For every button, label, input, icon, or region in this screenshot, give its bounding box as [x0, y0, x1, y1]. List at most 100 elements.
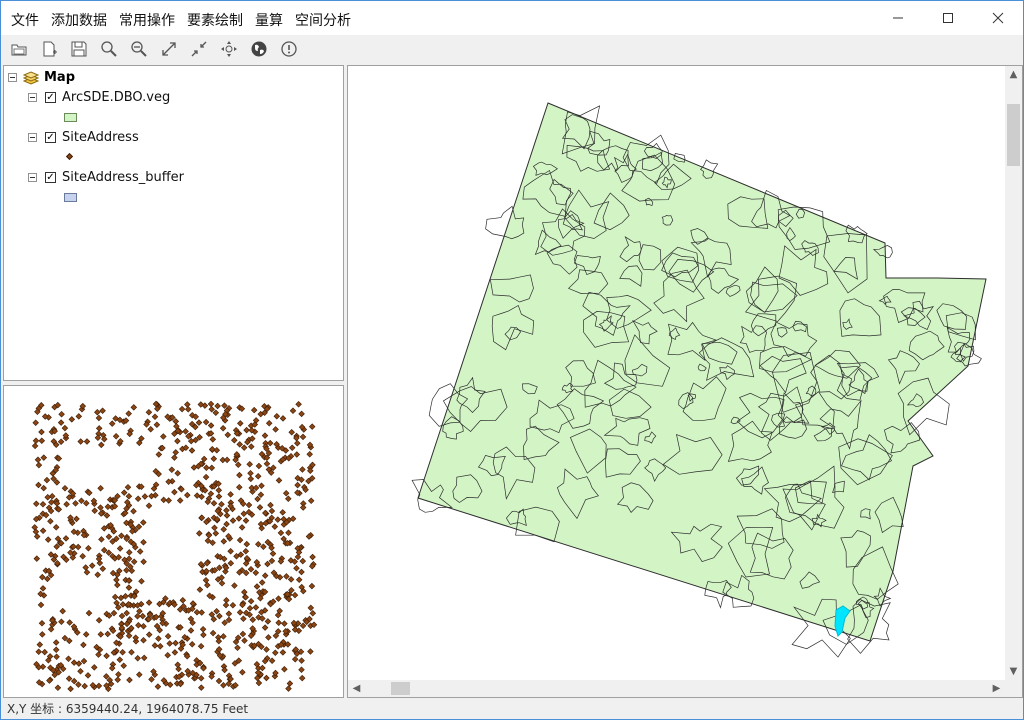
vegetation-map — [411, 102, 987, 658]
site-address-point — [62, 535, 70, 542]
site-address-point — [271, 523, 279, 530]
layer-visibility-checkbox[interactable]: ✓ — [45, 132, 56, 143]
site-address-point — [145, 502, 153, 509]
site-address-point — [235, 461, 242, 468]
site-address-point — [79, 553, 86, 560]
site-address-point — [240, 510, 248, 518]
full-extent-button[interactable] — [157, 37, 181, 61]
menu-measure[interactable]: 量算 — [249, 8, 289, 32]
site-address-point — [195, 419, 203, 426]
site-address-point — [145, 631, 153, 638]
layer-row-buffer[interactable]: ✓ SiteAddress_buffer — [28, 170, 184, 185]
site-address-point — [213, 607, 220, 615]
zoom-in-button[interactable] — [97, 37, 121, 61]
site-address-point — [208, 464, 216, 472]
vertical-scroll-thumb[interactable] — [1007, 104, 1020, 166]
site-address-point — [298, 666, 305, 673]
zoom-out-button[interactable] — [127, 37, 151, 61]
collapse-icon[interactable] — [28, 173, 37, 182]
collapse-icon[interactable] — [8, 73, 17, 82]
site-address-point — [246, 605, 254, 612]
site-address-point — [220, 526, 227, 533]
site-address-point — [237, 420, 244, 427]
layer-row-siteaddress[interactable]: ✓ SiteAddress — [28, 130, 139, 145]
site-address-point — [291, 591, 299, 599]
site-address-point — [61, 424, 69, 432]
site-address-point — [48, 498, 55, 506]
site-address-point — [33, 555, 41, 562]
map-view[interactable]: ▲ ▼ ◀ ▶ — [347, 65, 1023, 698]
pan-icon — [221, 41, 237, 57]
menu-common-operations[interactable]: 常用操作 — [113, 8, 181, 32]
site-address-point — [260, 543, 267, 550]
overview-map[interactable] — [3, 385, 344, 698]
site-address-point — [188, 447, 196, 454]
site-address-point — [99, 565, 107, 572]
site-address-point — [104, 630, 111, 638]
site-address-point — [174, 661, 181, 668]
site-address-point — [35, 648, 42, 655]
site-address-point — [212, 530, 220, 537]
site-address-point — [275, 595, 282, 602]
site-address-point — [265, 420, 273, 427]
site-address-point — [83, 500, 90, 507]
site-address-point — [172, 418, 180, 425]
site-address-point — [103, 652, 110, 660]
site-address-point — [140, 636, 147, 644]
site-address-point — [285, 529, 292, 537]
site-address-point — [70, 677, 78, 685]
scroll-up-icon[interactable]: ▲ — [1005, 66, 1022, 83]
globe-button[interactable] — [247, 37, 271, 61]
site-address-point — [293, 565, 300, 572]
menu-feature-drawing[interactable]: 要素绘制 — [181, 8, 249, 32]
menu-spatial-analysis[interactable]: 空间分析 — [289, 8, 357, 32]
site-address-point — [174, 470, 181, 477]
menu-file[interactable]: 文件 — [5, 8, 45, 32]
site-address-point — [135, 622, 142, 629]
site-address-point — [184, 491, 191, 499]
horizontal-scrollbar[interactable]: ◀ ▶ — [348, 680, 1005, 697]
site-address-point — [118, 532, 125, 540]
new-document-button[interactable] — [37, 37, 61, 61]
site-address-point — [57, 438, 65, 445]
scroll-down-icon[interactable]: ▼ — [1005, 663, 1022, 680]
scroll-right-icon[interactable]: ▶ — [988, 680, 1005, 697]
site-address-point — [198, 684, 205, 691]
site-address-point — [160, 496, 167, 504]
menu-add-data[interactable]: 添加数据 — [45, 8, 113, 32]
site-address-point — [207, 422, 215, 429]
layer-visibility-checkbox[interactable]: ✓ — [45, 172, 56, 183]
maximize-button[interactable] — [923, 1, 973, 35]
site-address-point — [239, 668, 246, 676]
toc-root[interactable]: Map — [8, 70, 75, 85]
collapse-icon[interactable] — [28, 133, 37, 142]
identify-button[interactable] — [277, 37, 301, 61]
pan-button[interactable] — [217, 37, 241, 61]
open-map-button[interactable] — [7, 37, 31, 61]
site-address-point — [128, 649, 135, 656]
site-address-point — [41, 648, 48, 656]
save-button[interactable] — [67, 37, 91, 61]
site-address-point — [236, 483, 243, 491]
site-address-point — [94, 571, 101, 579]
site-address-point — [75, 681, 82, 688]
horizontal-scroll-thumb[interactable] — [391, 682, 410, 695]
site-address-point — [229, 601, 237, 609]
layer-visibility-checkbox[interactable]: ✓ — [45, 92, 56, 103]
layer-row-veg[interactable]: ✓ ArcSDE.DBO.veg — [28, 90, 170, 105]
site-address-point — [264, 618, 272, 625]
site-address-point — [68, 416, 76, 423]
site-address-point — [39, 573, 46, 581]
fixed-zoom-in-button[interactable] — [187, 37, 211, 61]
minimize-button[interactable] — [873, 1, 923, 35]
site-address-point — [288, 444, 296, 452]
close-button[interactable] — [973, 1, 1023, 35]
site-address-point — [57, 419, 65, 426]
vertical-scrollbar[interactable]: ▲ ▼ — [1005, 66, 1022, 680]
site-address-point — [294, 439, 301, 447]
collapse-icon[interactable] — [28, 93, 37, 102]
site-address-point — [187, 437, 195, 445]
site-address-point — [268, 507, 276, 515]
scroll-left-icon[interactable]: ◀ — [348, 680, 365, 697]
site-address-point — [224, 431, 232, 439]
